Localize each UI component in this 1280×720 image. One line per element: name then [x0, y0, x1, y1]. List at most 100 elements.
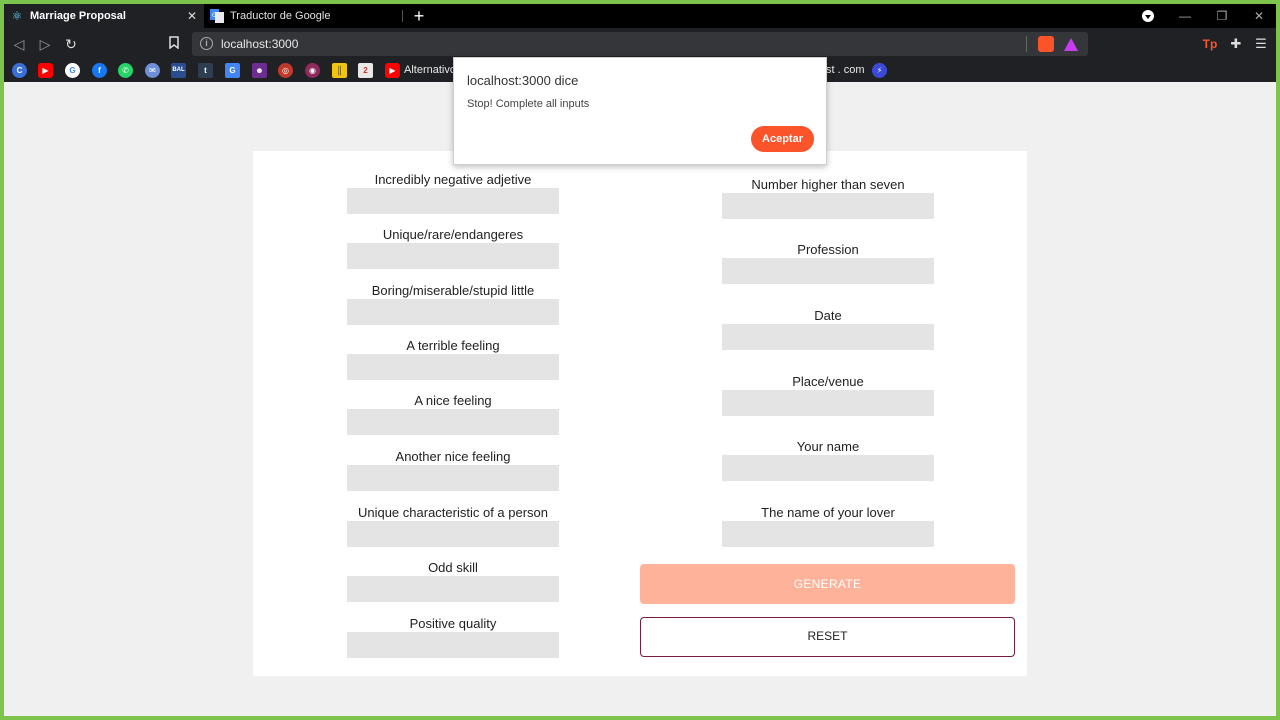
negative-adjective-input[interactable]: [347, 188, 559, 214]
field-label: Unique characteristic of a person: [357, 505, 549, 520]
dialog-ok-button[interactable]: Aceptar: [751, 126, 814, 152]
unique-rare-input[interactable]: [347, 243, 559, 269]
field-profession: Profession: [722, 242, 934, 284]
boring-little-input[interactable]: [347, 299, 559, 325]
field-label: Profession: [797, 242, 859, 257]
alert-dialog: localhost:3000 dice Stop! Complete all i…: [453, 57, 827, 165]
tab-marriage-proposal[interactable]: ⚛ Marriage Proposal ✕: [4, 4, 204, 28]
field-label: Boring/miserable/stupid little: [371, 283, 535, 298]
bookmark-bars-icon[interactable]: ║: [332, 63, 347, 78]
your-name-input[interactable]: [722, 455, 934, 481]
bookmark-youtube-icon[interactable]: ▶: [38, 63, 53, 78]
bookmark-tumblr-icon[interactable]: t: [198, 63, 213, 78]
browser-window: ⚛ Marriage Proposal ✕ G Traductor de Goo…: [4, 4, 1276, 716]
bookmark-translate-icon[interactable]: G: [225, 63, 240, 78]
date-input[interactable]: [722, 324, 934, 350]
bookmark-calendar-icon[interactable]: 2: [358, 63, 373, 78]
bookmark-partial-label[interactable]: st . com: [826, 64, 865, 76]
tab-separator: [402, 10, 403, 22]
unique-characteristic-input[interactable]: [347, 521, 559, 547]
positive-quality-input[interactable]: [347, 632, 559, 658]
generate-button[interactable]: GENERATE: [640, 564, 1015, 604]
field-lover-name: The name of your lover: [722, 505, 934, 547]
brave-rewards-icon[interactable]: [1064, 38, 1078, 51]
extensions-puzzle-icon[interactable]: ✚: [1226, 34, 1246, 54]
brave-shields-icon[interactable]: [1038, 36, 1054, 52]
bookmark-whatsapp-icon[interactable]: ✆: [118, 63, 133, 78]
field-label: Date: [814, 308, 842, 323]
tab-strip: ⚛ Marriage Proposal ✕ G Traductor de Goo…: [4, 4, 1276, 28]
react-icon: ⚛: [11, 9, 23, 23]
bookmark-alternativo[interactable]: Alternativo: [404, 64, 456, 76]
odd-skill-input[interactable]: [347, 576, 559, 602]
field-your-name: Your name: [722, 439, 934, 481]
browser-toolbar: ◁ ▷ ↻ i localhost:3000 Tp ✚ ☰: [4, 28, 1276, 60]
bookmark-ring-icon[interactable]: ◎: [278, 63, 293, 78]
back-icon[interactable]: ◁: [9, 34, 29, 54]
typing-extension-icon[interactable]: Tp: [1200, 34, 1220, 54]
tab-search-icon[interactable]: [1142, 10, 1154, 22]
close-tab-icon[interactable]: ✕: [184, 9, 200, 23]
another-nice-feeling-input[interactable]: [347, 465, 559, 491]
tab-google-translate[interactable]: G Traductor de Google: [204, 4, 402, 28]
field-label: Place/venue: [792, 374, 864, 389]
field-unique-rare: Unique/rare/endangeres: [347, 227, 559, 269]
field-label: The name of your lover: [761, 505, 895, 520]
address-url: localhost:3000: [221, 37, 299, 51]
menu-icon[interactable]: ☰: [1252, 34, 1270, 54]
google-translate-icon: G: [210, 9, 224, 23]
field-unique-characteristic: Unique characteristic of a person: [347, 505, 559, 547]
bookmark-c-icon[interactable]: C: [12, 63, 27, 78]
field-place-venue: Place/venue: [722, 374, 934, 416]
bookmark-avatar-icon[interactable]: ☻: [252, 63, 267, 78]
address-bar[interactable]: i localhost:3000: [192, 32, 1088, 56]
number-higher-seven-input[interactable]: [722, 193, 934, 219]
bookmark-target-icon[interactable]: ◉: [305, 63, 320, 78]
field-label: Unique/rare/endangeres: [382, 227, 524, 242]
field-label: Number higher than seven: [751, 177, 905, 192]
page-content: Incredibly negative adjetive Unique/rare…: [4, 57, 1276, 716]
field-nice-feeling: A nice feeling: [347, 393, 559, 435]
field-label: Odd skill: [428, 560, 478, 575]
close-window-icon[interactable]: ✕: [1240, 4, 1276, 28]
tab-title: Marriage Proposal: [30, 10, 126, 22]
bookmark-bal-icon[interactable]: BAL: [171, 63, 186, 78]
nice-feeling-input[interactable]: [347, 409, 559, 435]
terrible-feeling-input[interactable]: [347, 354, 559, 380]
field-boring-little: Boring/miserable/stupid little: [347, 283, 559, 325]
bookmark-icon[interactable]: [164, 34, 184, 54]
form-card: Incredibly negative adjetive Unique/rare…: [253, 151, 1027, 676]
minimize-icon[interactable]: —: [1166, 4, 1204, 28]
site-info-icon[interactable]: i: [200, 37, 213, 50]
field-another-nice-feeling: Another nice feeling: [347, 449, 559, 491]
field-label: Positive quality: [409, 616, 497, 631]
field-odd-skill: Odd skill: [347, 560, 559, 602]
dialog-title: localhost:3000 dice: [467, 73, 579, 88]
omnibox-separator: [1026, 36, 1027, 52]
dialog-message: Stop! Complete all inputs: [467, 98, 590, 110]
reload-icon[interactable]: ↻: [61, 34, 81, 54]
bookmark-bolt-icon[interactable]: ⚡: [872, 63, 887, 78]
forward-icon[interactable]: ▷: [35, 34, 55, 54]
field-date: Date: [722, 308, 934, 350]
field-number-higher-seven: Number higher than seven: [722, 177, 934, 219]
bookmark-google-icon[interactable]: G: [65, 63, 80, 78]
field-positive-quality: Positive quality: [347, 616, 559, 658]
bookmark-messenger-icon[interactable]: ✉: [145, 63, 160, 78]
profession-input[interactable]: [722, 258, 934, 284]
reset-button[interactable]: RESET: [640, 617, 1015, 657]
field-label: Your name: [796, 439, 860, 454]
new-tab-button[interactable]: +: [410, 6, 428, 26]
field-label: A nice feeling: [414, 393, 492, 408]
place-venue-input[interactable]: [722, 390, 934, 416]
tab-title: Traductor de Google: [230, 10, 331, 22]
field-label: Incredibly negative adjetive: [374, 172, 532, 187]
restore-icon[interactable]: ❐: [1203, 4, 1241, 28]
svg-text:G: G: [212, 12, 217, 19]
lover-name-input[interactable]: [722, 521, 934, 547]
bookmark-youtube2-icon[interactable]: ▶: [385, 63, 400, 78]
field-negative-adjective: Incredibly negative adjetive: [347, 172, 559, 214]
field-label: A terrible feeling: [406, 338, 500, 353]
bookmark-facebook-icon[interactable]: f: [92, 63, 107, 78]
field-label: Another nice feeling: [395, 449, 511, 464]
